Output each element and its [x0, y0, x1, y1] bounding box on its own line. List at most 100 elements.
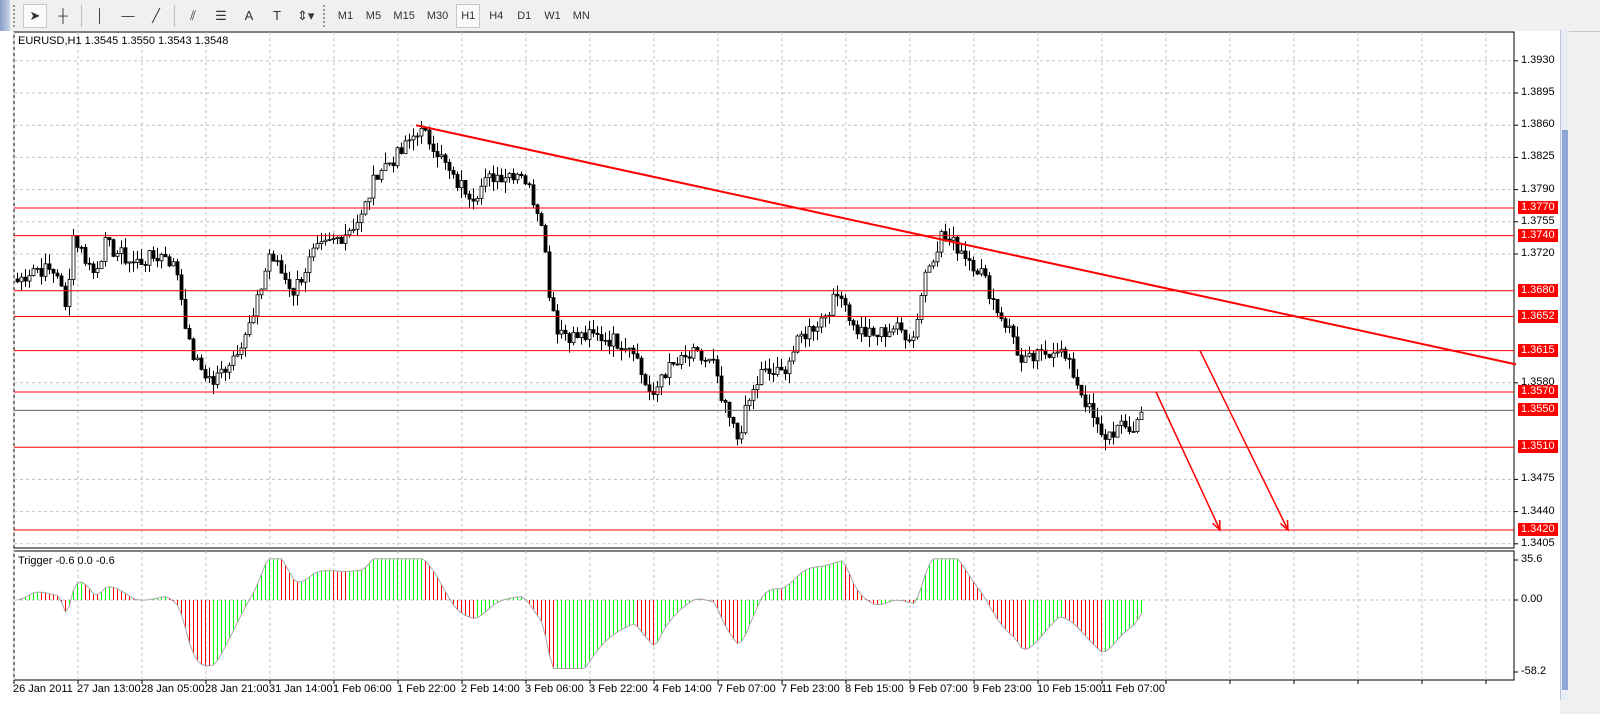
- candle-bear: [391, 162, 396, 167]
- candle-bear: [1015, 336, 1020, 356]
- drawing-tools: ➤ ┼ │ — ╱ ⫽ ☰ A T ⇕▾: [21, 3, 320, 28]
- time-axis-label: 1 Feb 06:00: [333, 683, 392, 695]
- horizontal-line-icon[interactable]: —: [116, 4, 140, 28]
- candle-bear: [435, 151, 440, 158]
- timeframe-h4-button[interactable]: H4: [484, 4, 508, 28]
- candle-bear: [683, 354, 688, 358]
- candle-bear: [463, 180, 468, 195]
- candle-bear: [279, 260, 284, 274]
- candle-bear: [283, 272, 288, 280]
- candle-bull: [1119, 420, 1124, 426]
- price-axis-label: 1.3860: [1521, 118, 1555, 131]
- toolbar-grip[interactable]: [323, 4, 328, 27]
- indicator-axis-label: 0.00: [1521, 593, 1543, 605]
- candle-bear: [955, 236, 960, 254]
- candle-bear: [83, 247, 88, 264]
- candle-bear: [447, 162, 452, 171]
- candle-bull: [799, 333, 804, 337]
- candle-bear: [167, 256, 172, 267]
- candle-bull: [935, 251, 940, 263]
- timeframe-mn-button[interactable]: MN: [569, 4, 594, 28]
- candle-bear: [563, 329, 568, 335]
- candle-bull: [795, 335, 800, 353]
- candle-bear: [843, 298, 848, 306]
- candle-bull: [403, 140, 408, 154]
- candle-bull: [207, 376, 212, 379]
- candle-bear: [163, 253, 168, 258]
- level-price-label: 1.3550: [1518, 403, 1558, 417]
- candle-bull: [31, 268, 36, 276]
- candle-bear: [47, 263, 52, 270]
- equidistant-channel-icon[interactable]: ⫽: [181, 4, 205, 28]
- time-axis-label: 31 Jan 14:00: [269, 683, 333, 695]
- scrollbar-thumb[interactable]: [1562, 130, 1568, 690]
- candle-bear: [551, 297, 556, 312]
- candle-bear: [847, 304, 852, 321]
- candle-bear: [699, 350, 704, 361]
- candle-bear: [687, 356, 692, 359]
- candle-bull: [707, 358, 712, 362]
- candle-bull: [503, 177, 508, 183]
- candle-bull: [931, 261, 936, 267]
- candle-bear: [431, 143, 436, 152]
- candle-bear: [451, 169, 456, 175]
- candle-bull: [487, 173, 492, 179]
- candle-bull: [103, 237, 108, 262]
- timeframe-h1-button[interactable]: H1: [456, 3, 481, 28]
- candle-bull: [623, 348, 628, 351]
- candle-bull: [335, 236, 340, 239]
- indicator-axis-label: -58.2: [1521, 665, 1547, 677]
- candle-bull: [587, 329, 592, 340]
- candle-bear: [639, 357, 644, 376]
- candle-bear: [187, 328, 192, 340]
- candle-bear: [531, 184, 536, 206]
- candle-bull: [351, 228, 356, 231]
- timeframe-w1-button[interactable]: W1: [540, 4, 565, 28]
- candle-bull: [1027, 352, 1032, 357]
- vertical-scrollbar[interactable]: [1560, 30, 1569, 700]
- candle-bull: [911, 336, 916, 341]
- level-price-label: 1.3680: [1518, 283, 1558, 297]
- candle-bear: [883, 327, 888, 338]
- candle-bull: [115, 253, 120, 257]
- cursor-icon[interactable]: ➤: [23, 3, 47, 28]
- fibonacci-icon[interactable]: ☰: [209, 4, 233, 28]
- candle-bull: [831, 293, 836, 316]
- candle-bear: [1003, 318, 1008, 328]
- timeframe-m15-button[interactable]: M15: [389, 4, 418, 28]
- chart-window[interactable]: EURUSD,H1 1.3545 1.3550 1.3543 1.3548 Tr…: [0, 31, 1560, 714]
- candle-bear: [87, 262, 92, 265]
- candle-bull: [247, 322, 252, 335]
- timeframe-d1-button[interactable]: D1: [512, 4, 536, 28]
- arrows-icon[interactable]: ⇕▾: [293, 4, 318, 28]
- time-axis-label: 7 Feb 23:00: [781, 683, 840, 695]
- price-axis-label: 1.3720: [1521, 247, 1555, 259]
- candle-bull: [331, 238, 336, 240]
- toolbar-grip[interactable]: [13, 4, 18, 27]
- vertical-line-icon[interactable]: │: [88, 4, 112, 28]
- candle-bull: [927, 265, 932, 273]
- candle-bear: [619, 347, 624, 351]
- candle-bull: [379, 170, 384, 180]
- chart-canvas[interactable]: [0, 31, 1560, 714]
- candle-bear: [1079, 384, 1084, 396]
- text-icon[interactable]: A: [237, 4, 261, 28]
- candle-bear: [519, 173, 524, 177]
- candle-bear: [647, 384, 652, 392]
- candle-bull: [159, 253, 164, 262]
- chart-info-label: EURUSD,H1 1.3545 1.3550 1.3543 1.3548: [18, 35, 229, 47]
- timeframe-m5-button[interactable]: M5: [361, 4, 385, 28]
- candle-bear: [1011, 325, 1016, 338]
- candle-bear: [855, 324, 860, 335]
- candle-bull: [43, 263, 48, 277]
- candle-bear: [835, 293, 840, 297]
- crosshair-icon[interactable]: ┼: [51, 4, 75, 28]
- candle-bear: [455, 173, 460, 189]
- timeframe-m30-button[interactable]: M30: [423, 4, 452, 28]
- candle-bear: [975, 270, 980, 275]
- trendline-icon[interactable]: ╱: [144, 4, 168, 28]
- timeframe-m1-button[interactable]: M1: [333, 4, 357, 28]
- candle-bull: [311, 247, 316, 258]
- text-label-icon[interactable]: T: [265, 4, 289, 28]
- candle-bear: [907, 339, 912, 342]
